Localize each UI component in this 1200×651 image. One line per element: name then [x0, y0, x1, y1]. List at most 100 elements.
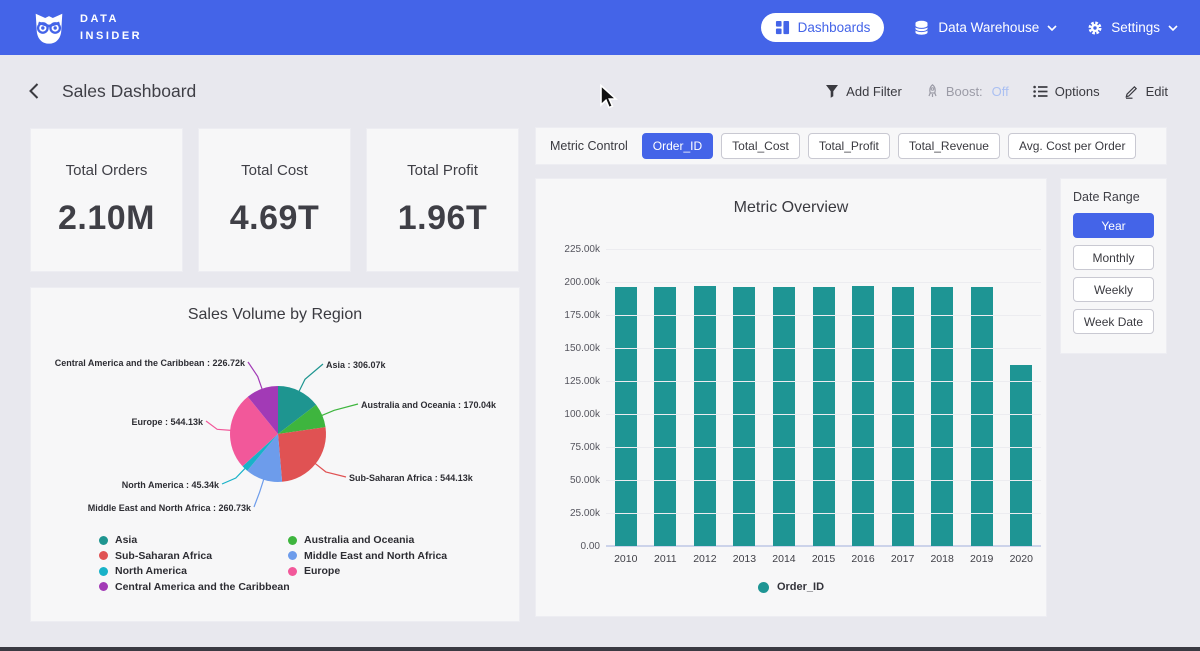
y-tick-label: 225.00k: [542, 244, 600, 255]
boost-toggle[interactable]: Boost: Off: [926, 84, 1009, 99]
bar-2016[interactable]: [852, 286, 874, 546]
pie-connector-line: [299, 364, 323, 392]
add-filter-button[interactable]: Add Filter: [825, 84, 902, 99]
top-navbar: DATA INSIDER Dashboards D: [0, 0, 1200, 55]
sales-volume-card: Sales Volume by Region Asia : 306.07kAus…: [30, 287, 520, 622]
bar-2015[interactable]: [813, 287, 835, 546]
metric-chip-total-cost[interactable]: Total_Cost: [721, 133, 800, 159]
add-filter-label: Add Filter: [846, 84, 902, 99]
metric-chip-total-profit[interactable]: Total_Profit: [808, 133, 890, 159]
pie-legend-asia[interactable]: Asia: [99, 534, 137, 546]
bar-2017[interactable]: [892, 287, 914, 546]
back-button[interactable]: [28, 82, 40, 100]
metric-chip-avg-cost-per-order[interactable]: Avg. Cost per Order: [1008, 133, 1137, 159]
navbar-menu: Dashboards Data Warehouse: [761, 13, 1178, 42]
x-tick-label: 2014: [764, 553, 804, 565]
options-button[interactable]: Options: [1033, 84, 1100, 99]
bar-chart-title: Metric Overview: [536, 199, 1046, 217]
y-tick-label: 75.00k: [542, 442, 600, 453]
pie-label-middle-east-and-north-africa: Middle East and North Africa : 260.73k: [59, 503, 251, 513]
x-tick-label: 2020: [1001, 553, 1041, 565]
legend-dot: [288, 551, 297, 560]
bar-2018[interactable]: [931, 287, 953, 546]
metric-chip-order-id[interactable]: Order_ID: [642, 133, 713, 159]
bar-series: [606, 249, 1041, 546]
bar-2012[interactable]: [694, 286, 716, 546]
pie-legend-north-america[interactable]: North America: [99, 565, 187, 577]
bar-slot: [764, 287, 804, 546]
filter-icon: [825, 84, 839, 98]
nav-data-warehouse-label: Data Warehouse: [938, 20, 1039, 35]
bar-2013[interactable]: [733, 287, 755, 546]
nav-settings-button[interactable]: Settings: [1087, 20, 1178, 36]
pie-legend-central-america-and-the-caribbean[interactable]: Central America and the Caribbean: [99, 581, 290, 593]
x-tick-label: 2016: [843, 553, 883, 565]
y-tick-label: 25.00k: [542, 508, 600, 519]
bar-slot: [843, 286, 883, 546]
kpi-card-total-profit: Total Profit 1.96T: [366, 128, 519, 272]
pie-slice-sub-saharan-africa[interactable]: [278, 427, 326, 482]
kpi-card-total-cost: Total Cost 4.69T: [198, 128, 351, 272]
chevron-left-icon: [28, 82, 40, 100]
bar-slot: [922, 287, 962, 546]
bar-2010[interactable]: [615, 287, 637, 546]
y-tick-label: 200.00k: [542, 277, 600, 288]
x-axis-labels: 2010201120122013201420152016201720182019…: [606, 553, 1041, 565]
nav-dashboards-button[interactable]: Dashboards: [761, 13, 885, 42]
pie-connector-line: [248, 362, 262, 390]
pie-connector-line: [315, 463, 346, 477]
kpi-row: Total Orders 2.10M Total Cost 4.69T Tota…: [30, 128, 519, 272]
nav-data-warehouse-button[interactable]: Data Warehouse: [914, 20, 1057, 36]
brand[interactable]: DATA INSIDER: [30, 9, 142, 47]
pie-legend-sub-saharan-africa[interactable]: Sub-Saharan Africa: [99, 550, 212, 562]
date-range-weekly[interactable]: Weekly: [1073, 277, 1154, 302]
gridline: [606, 513, 1041, 514]
legend-dot: [288, 536, 297, 545]
gridline: [606, 282, 1041, 283]
pie-legend-europe[interactable]: Europe: [288, 565, 340, 577]
edit-button[interactable]: Edit: [1124, 84, 1168, 99]
date-range-monthly[interactable]: Monthly: [1073, 245, 1154, 270]
legend-label: North America: [115, 565, 187, 577]
pie-legend-australia-and-oceania[interactable]: Australia and Oceania: [288, 534, 414, 546]
x-tick-label: 2015: [804, 553, 844, 565]
metric-chip-total-revenue[interactable]: Total_Revenue: [898, 133, 1000, 159]
bar-slot: [804, 287, 844, 546]
bar-2011[interactable]: [654, 287, 676, 546]
x-tick-label: 2010: [606, 553, 646, 565]
edit-label: Edit: [1146, 84, 1168, 99]
bar-chart-legend[interactable]: Order_ID: [536, 581, 1046, 593]
y-tick-label: 100.00k: [542, 409, 600, 420]
nav-dashboards-label: Dashboards: [798, 20, 871, 35]
metric-control-bar: Metric Control Order_IDTotal_CostTotal_P…: [535, 127, 1167, 165]
app-window: DATA INSIDER Dashboards D: [0, 0, 1200, 651]
date-range-year[interactable]: Year: [1073, 213, 1154, 238]
x-tick-label: 2018: [922, 553, 962, 565]
bar-slot: [685, 286, 725, 546]
x-tick-label: 2013: [725, 553, 765, 565]
bar-slot: [962, 287, 1002, 546]
pie-label-central-america-and-the-caribbean: Central America and the Caribbean : 226.…: [53, 358, 245, 368]
nav-settings-label: Settings: [1111, 20, 1160, 35]
pie-connector-line: [254, 479, 264, 507]
pie-legend-middle-east-and-north-africa[interactable]: Middle East and North Africa: [288, 550, 447, 562]
legend-dot: [99, 567, 108, 576]
date-range-panel: Date Range YearMonthlyWeeklyWeek Date: [1060, 178, 1167, 354]
kpi-label: Total Orders: [66, 162, 148, 179]
y-tick-label: 175.00k: [542, 310, 600, 321]
pie-connector-line: [206, 421, 231, 430]
pie-label-north-america: North America : 45.34k: [64, 480, 219, 490]
bar-2020[interactable]: [1010, 365, 1032, 546]
pie-label-asia: Asia : 306.07k: [326, 360, 476, 370]
bar-2019[interactable]: [971, 287, 993, 546]
date-range-week-date[interactable]: Week Date: [1073, 309, 1154, 334]
y-tick-label: 150.00k: [542, 343, 600, 354]
kpi-value: 4.69T: [230, 199, 319, 238]
boost-state: Off: [992, 84, 1009, 99]
legend-label: Middle East and North Africa: [304, 550, 447, 562]
bar-2014[interactable]: [773, 287, 795, 546]
kpi-value: 2.10M: [58, 199, 155, 238]
pie-label-sub-saharan-africa: Sub-Saharan Africa : 544.13k: [349, 473, 519, 483]
y-tick-label: 0.00: [542, 541, 600, 552]
bottom-edge-strip: [0, 647, 1200, 651]
